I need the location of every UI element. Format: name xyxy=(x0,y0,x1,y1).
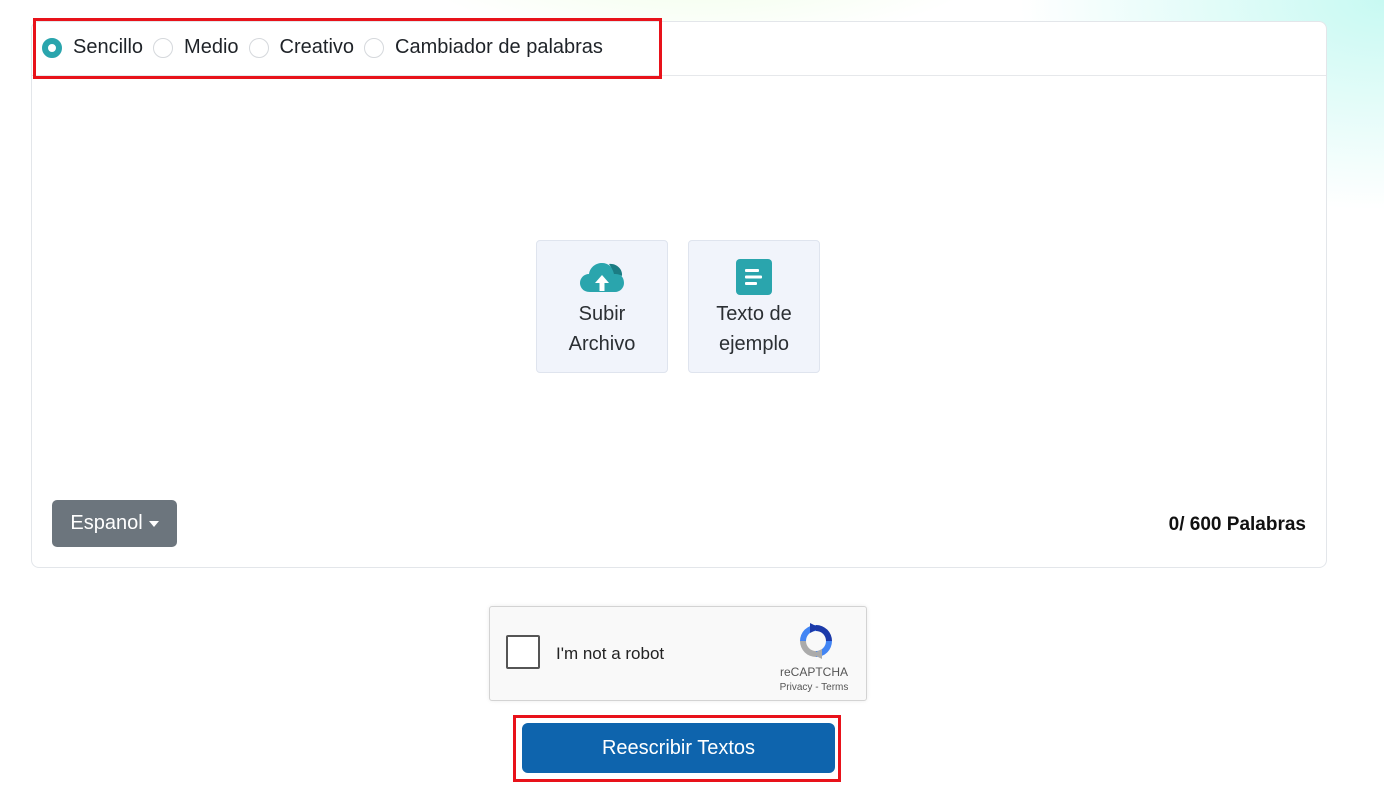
mode-label: Creativo xyxy=(279,36,355,58)
rewrite-submit-button[interactable]: Reescribir Textos xyxy=(522,723,835,773)
mode-label: Medio xyxy=(184,36,239,58)
recaptcha-label: I'm not a robot xyxy=(556,644,665,663)
mode-option-sencillo[interactable]: Sencillo xyxy=(42,36,143,59)
recaptcha-checkbox[interactable] xyxy=(506,635,540,669)
sample-text-label: Texto de ejemplo xyxy=(716,303,792,355)
document-text-icon xyxy=(730,257,778,297)
upload-file-label: Subir Archivo xyxy=(568,303,636,355)
radio-medio[interactable] xyxy=(153,37,174,58)
upload-file-button[interactable]: Subir Archivo xyxy=(536,240,668,373)
sample-text-button[interactable]: Texto de ejemplo xyxy=(688,240,820,373)
input-options: Subir Archivo Texto de ejemplo xyxy=(536,240,840,373)
recaptcha-privacy-link[interactable]: Privacy xyxy=(780,682,813,693)
mode-option-medio[interactable]: Medio xyxy=(153,36,239,59)
mode-bar: Sencillo Medio Creativo Cambiador de pal… xyxy=(32,22,1326,76)
caret-down-icon xyxy=(148,520,159,527)
radio-creativo[interactable] xyxy=(248,37,269,58)
mode-radio-group: Sencillo Medio Creativo Cambiador de pal… xyxy=(42,36,613,59)
recaptcha-links: Privacy - Terms xyxy=(774,682,854,693)
mode-label: Cambiador de palabras xyxy=(395,36,603,58)
radio-cambiador[interactable] xyxy=(364,37,385,58)
mode-option-cambiador[interactable]: Cambiador de palabras xyxy=(364,36,603,59)
language-dropdown[interactable]: Espanol xyxy=(52,500,177,547)
recaptcha-terms-link[interactable]: Terms xyxy=(821,682,848,693)
paraphrase-editor-card: Sencillo Medio Creativo Cambiador de pal… xyxy=(31,18,1327,568)
recaptcha-link-separator: - xyxy=(815,682,819,693)
recaptcha-logo-icon xyxy=(796,621,836,661)
mode-option-creativo[interactable]: Creativo xyxy=(248,36,355,59)
recaptcha-brand: reCAPTCHA xyxy=(779,665,848,679)
cloud-upload-icon xyxy=(578,257,626,297)
radio-sencillo[interactable] xyxy=(42,37,62,58)
mode-label: Sencillo xyxy=(73,36,144,58)
word-counter: 0/ 600 Palabras xyxy=(1168,514,1306,535)
language-selected: Espanol xyxy=(70,512,143,534)
recaptcha-widget: I'm not a robot reCAPTCHA Privacy - Term… xyxy=(489,606,867,701)
